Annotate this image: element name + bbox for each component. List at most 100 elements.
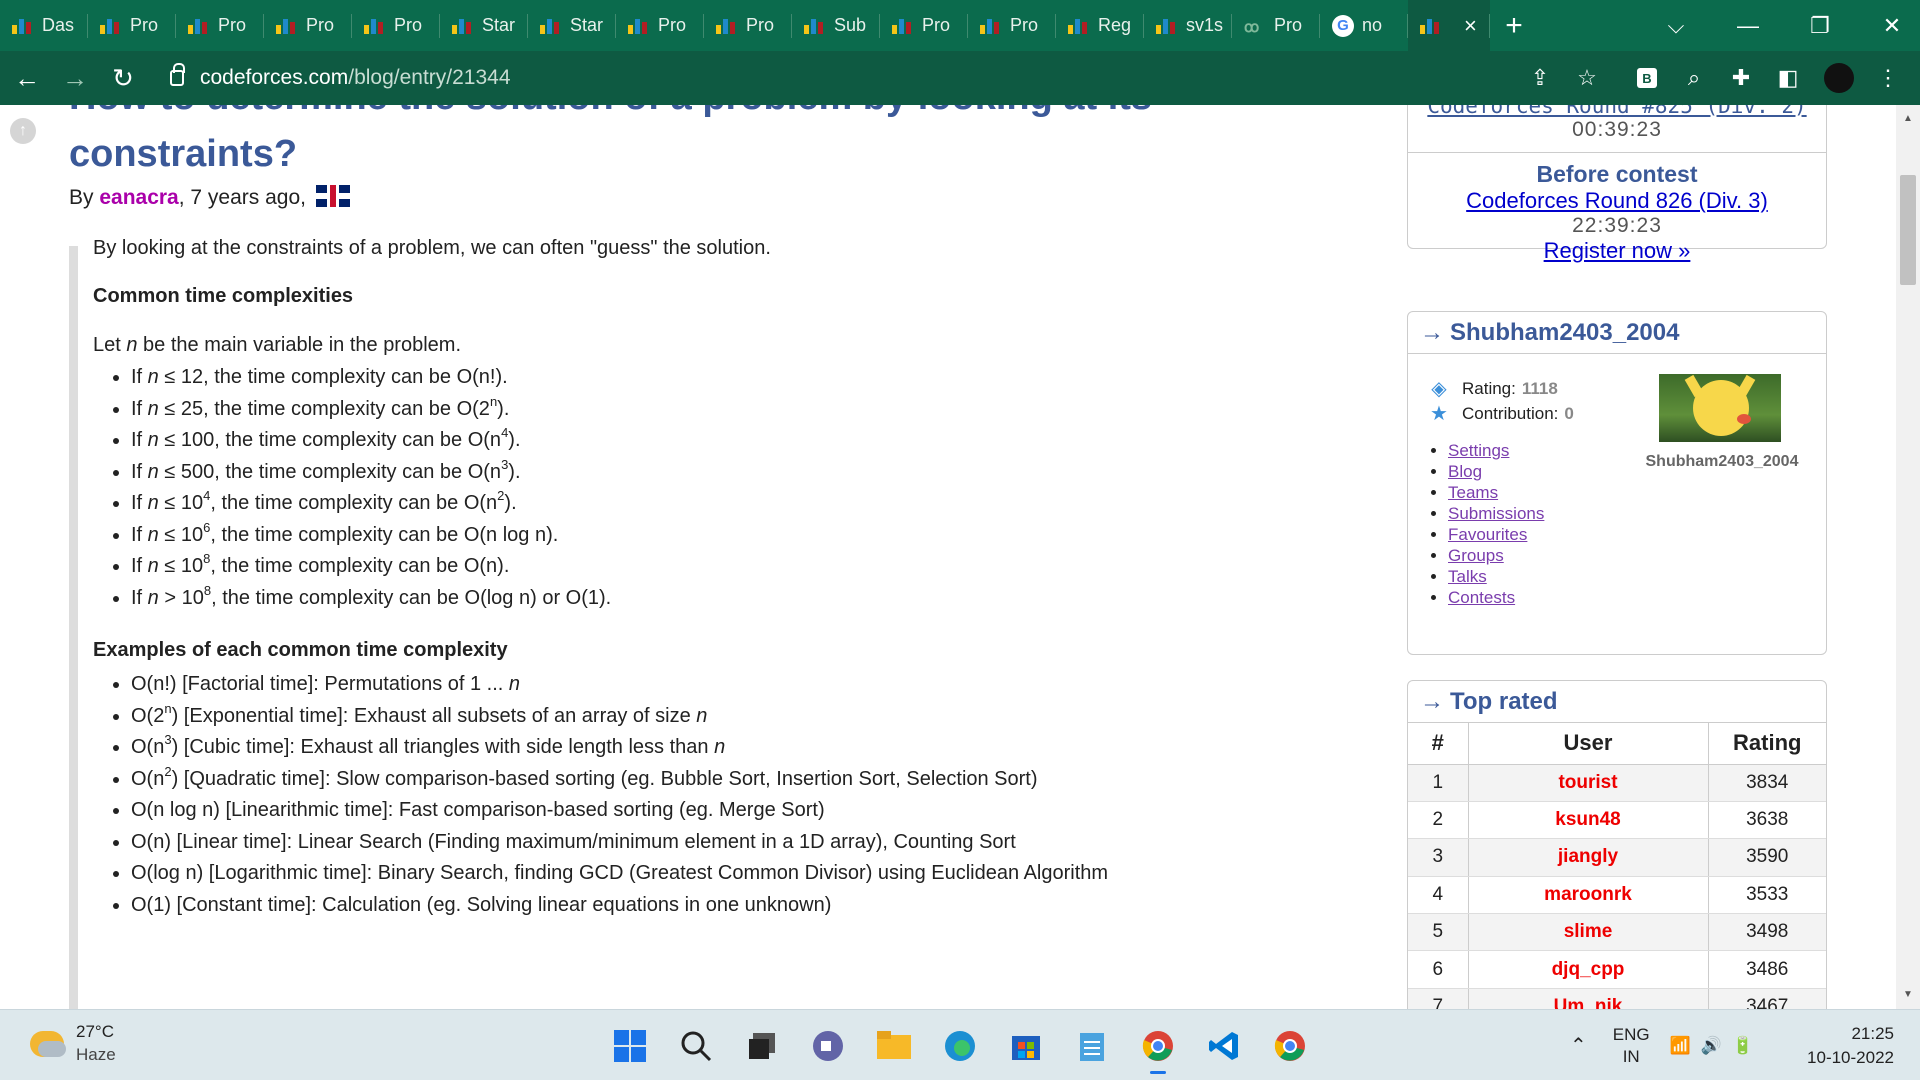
user-cell[interactable]: tourist	[1468, 764, 1709, 802]
menu-dots-icon[interactable]: ⋮	[1868, 51, 1908, 105]
vertical-scrollbar[interactable]: ▲ ▼	[1896, 105, 1920, 1009]
user-menu-link[interactable]: Contests	[1448, 588, 1515, 607]
browser-tab[interactable]: Pro	[616, 0, 704, 51]
codeforces-icon	[628, 18, 650, 34]
extension-search-icon[interactable]: ⌕	[1674, 51, 1714, 105]
upcoming-contest-link[interactable]: Codeforces Round 826 (Div. 3)	[1408, 188, 1826, 214]
scroll-to-top-icon[interactable]: ↑	[10, 118, 36, 144]
language-indicator[interactable]: ENG IN	[1613, 1024, 1650, 1068]
browser-tab[interactable]: Das	[0, 0, 88, 51]
rating-cell: 3467	[1708, 988, 1826, 1009]
user-menu-item[interactable]: Teams	[1448, 482, 1544, 503]
reload-icon[interactable]: ↻	[102, 57, 144, 99]
user-menu-link[interactable]: Favourites	[1448, 525, 1527, 544]
codeforces-icon	[1156, 18, 1178, 34]
user-box: → Shubham2403_2004 ◈ Rating: 1118 ★ Contribu…	[1407, 311, 1827, 655]
close-window-button[interactable]: ✕	[1856, 0, 1920, 51]
extensions-puzzle-icon[interactable]: ✚	[1721, 51, 1761, 105]
clock[interactable]: 21:25 10-10-2022	[1780, 1022, 1894, 1070]
user-cell[interactable]: slime	[1468, 913, 1709, 952]
tab-search-icon[interactable]: ⌵	[1640, 0, 1712, 51]
search-icon[interactable]	[674, 1024, 718, 1068]
tab-label: Sub	[834, 15, 867, 35]
chrome-icon[interactable]	[1136, 1024, 1180, 1074]
col-rank: #	[1408, 723, 1469, 765]
forward-icon[interactable]: →	[54, 57, 96, 99]
tab-label: Pro	[306, 15, 335, 35]
user-handle-link[interactable]: Shubham2403_2004	[1450, 319, 1679, 347]
user-menu-item[interactable]: Groups	[1448, 545, 1544, 566]
user-menu-item[interactable]: Contests	[1448, 587, 1544, 608]
user-menu-item[interactable]: Blog	[1448, 461, 1544, 482]
store-icon[interactable]	[1004, 1024, 1048, 1068]
list-item: O(n log n) [Linearithmic time]: Fast com…	[131, 795, 1173, 827]
browser-tab[interactable]: Pro	[704, 0, 792, 51]
browser-tab[interactable]: Pro	[88, 0, 176, 51]
restore-button[interactable]: ❐	[1784, 0, 1856, 51]
chevron-up-icon[interactable]: ⌃	[1570, 1033, 1587, 1058]
user-cell[interactable]: Um_nik	[1468, 988, 1709, 1009]
current-contest-link[interactable]: Codeforces Round #825 (Div. 2)	[1408, 105, 1826, 118]
scroll-up-icon[interactable]: ▲	[1902, 113, 1914, 124]
bookmark-star-icon[interactable]: ☆	[1567, 51, 1607, 105]
user-menu-link[interactable]: Blog	[1448, 462, 1482, 481]
user-menu-item[interactable]: Submissions	[1448, 503, 1544, 524]
back-icon[interactable]: ←	[6, 57, 48, 99]
browser-tab[interactable]: Reg	[1056, 0, 1144, 51]
scroll-down-icon[interactable]: ▼	[1902, 989, 1914, 1000]
scrollbar-thumb[interactable]	[1900, 175, 1916, 285]
browser-tab[interactable]: ꝏ Pro	[1232, 0, 1320, 51]
vscode-icon[interactable]	[1202, 1024, 1246, 1068]
browser-tab[interactable]: Pro	[352, 0, 440, 51]
battery-icon[interactable]: 🔋	[1732, 1036, 1753, 1056]
tab-label: Pro	[1010, 15, 1039, 35]
browser-tab[interactable]: Pro	[264, 0, 352, 51]
weather-widget[interactable]: 27°C Haze	[30, 1022, 116, 1065]
url-field[interactable]: codeforces.com/blog/entry/21344	[170, 57, 1590, 99]
user-menu-link[interactable]: Submissions	[1448, 504, 1544, 523]
notepad-icon[interactable]	[1070, 1024, 1114, 1068]
file-explorer-icon[interactable]	[872, 1024, 916, 1068]
edge-icon[interactable]	[938, 1024, 982, 1068]
user-cell[interactable]: ksun48	[1468, 801, 1709, 840]
browser-tab[interactable]: Sub	[792, 0, 880, 51]
side-panel-icon[interactable]: ◧	[1768, 51, 1808, 105]
browser-tab[interactable]: Pro	[176, 0, 264, 51]
new-tab-button[interactable]: +	[1490, 0, 1538, 51]
minimize-button[interactable]: —	[1712, 0, 1784, 51]
wifi-icon[interactable]: 📶	[1670, 1036, 1691, 1056]
browser-tab[interactable]: Pro	[880, 0, 968, 51]
browser-tab[interactable]: Star	[528, 0, 616, 51]
volume-icon[interactable]: 🔊	[1701, 1036, 1722, 1056]
register-link[interactable]: Register now »	[1408, 238, 1826, 264]
author-link[interactable]: eanacra	[99, 186, 178, 209]
browser-tab[interactable]: Gno	[1320, 0, 1408, 51]
user-menu-link[interactable]: Groups	[1448, 546, 1504, 565]
list-item: O(n!) [Factorial time]: Permutations of …	[131, 669, 1173, 701]
extension-b-icon[interactable]: B	[1627, 51, 1667, 105]
start-icon[interactable]	[608, 1024, 652, 1068]
user-cell[interactable]: djq_cpp	[1468, 950, 1709, 989]
let-n-paragraph: Let n be the main variable in the proble…	[93, 332, 1173, 358]
browser-tab[interactable]: Pro	[968, 0, 1056, 51]
user-menu-item[interactable]: Talks	[1448, 566, 1544, 587]
user-avatar[interactable]	[1659, 374, 1781, 442]
avatar-caption[interactable]: Shubham2403_2004	[1638, 453, 1806, 471]
user-cell[interactable]: jiangly	[1468, 838, 1709, 877]
browser-tab[interactable]: sv1s	[1144, 0, 1232, 51]
user-menu-link[interactable]: Teams	[1448, 483, 1498, 502]
teams-chat-icon[interactable]	[806, 1024, 850, 1068]
profile-avatar[interactable]	[1819, 51, 1859, 105]
user-menu-link[interactable]: Talks	[1448, 567, 1487, 586]
user-menu-item[interactable]: Favourites	[1448, 524, 1544, 545]
user-cell[interactable]: maroonrk	[1468, 876, 1709, 915]
task-view-icon[interactable]	[740, 1024, 784, 1068]
user-menu-link[interactable]: Settings	[1448, 441, 1509, 460]
browser-tab-active[interactable]: ×	[1408, 0, 1490, 51]
browser-tab[interactable]: Star	[440, 0, 528, 51]
user-menu-item[interactable]: Settings	[1448, 440, 1544, 461]
table-row: 3 jiangly 3590	[1408, 838, 1826, 877]
chrome-profile-icon[interactable]	[1268, 1024, 1312, 1068]
share-icon[interactable]: ⇪	[1520, 51, 1560, 105]
close-tab-icon[interactable]: ×	[1464, 13, 1477, 39]
